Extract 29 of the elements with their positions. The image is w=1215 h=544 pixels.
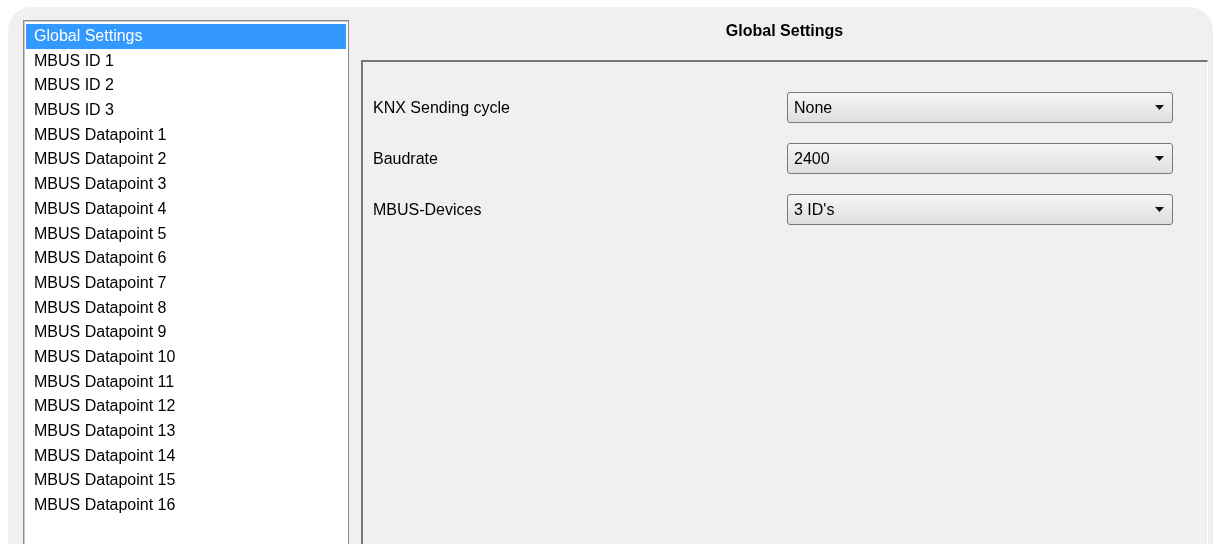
- parameter-label: Baudrate: [373, 149, 438, 168]
- dropdown[interactable]: 2400: [787, 143, 1173, 174]
- navigation-item[interactable]: MBUS ID 2: [26, 73, 346, 99]
- navigation-item[interactable]: MBUS Datapoint 10: [26, 344, 346, 370]
- panel-title: Global Settings: [724, 21, 845, 41]
- caret-icon: [1155, 105, 1164, 110]
- navigation-item[interactable]: MBUS Datapoint 5: [26, 221, 346, 247]
- navigation-item[interactable]: MBUS ID 1: [26, 48, 346, 74]
- navigation-item[interactable]: MBUS Datapoint 2: [26, 147, 346, 173]
- navigation-item[interactable]: MBUS Datapoint 1: [26, 122, 346, 148]
- navigation-item[interactable]: MBUS Datapoint 6: [26, 246, 346, 271]
- navigation-item[interactable]: MBUS Datapoint 16: [26, 493, 346, 518]
- caret-icon: [1155, 207, 1164, 212]
- navigation-item[interactable]: MBUS Datapoint 15: [26, 468, 346, 494]
- navigation-item[interactable]: MBUS Datapoint 12: [26, 394, 346, 419]
- navigation-item[interactable]: MBUS Datapoint 14: [26, 443, 346, 469]
- navigation-item[interactable]: MBUS Datapoint 3: [26, 172, 346, 197]
- navigation-item[interactable]: MBUS ID 3: [26, 98, 346, 123]
- navigation-item[interactable]: MBUS Datapoint 8: [26, 295, 346, 321]
- dropdown[interactable]: 3 ID's: [787, 194, 1173, 225]
- navigation-item[interactable]: MBUS Datapoint 9: [26, 320, 346, 345]
- parameter-label: MBUS-Devices: [373, 200, 482, 219]
- navigation-item[interactable]: MBUS Datapoint 4: [26, 196, 346, 222]
- navigation-item[interactable]: MBUS Datapoint 13: [26, 419, 346, 444]
- navigation-item[interactable]: MBUS Datapoint 7: [26, 270, 346, 296]
- dropdown[interactable]: None: [787, 92, 1173, 123]
- caret-icon: [1155, 156, 1164, 161]
- navigation-item[interactable]: MBUS Datapoint 11: [26, 369, 346, 395]
- parameter-label: KNX Sending cycle: [373, 98, 510, 117]
